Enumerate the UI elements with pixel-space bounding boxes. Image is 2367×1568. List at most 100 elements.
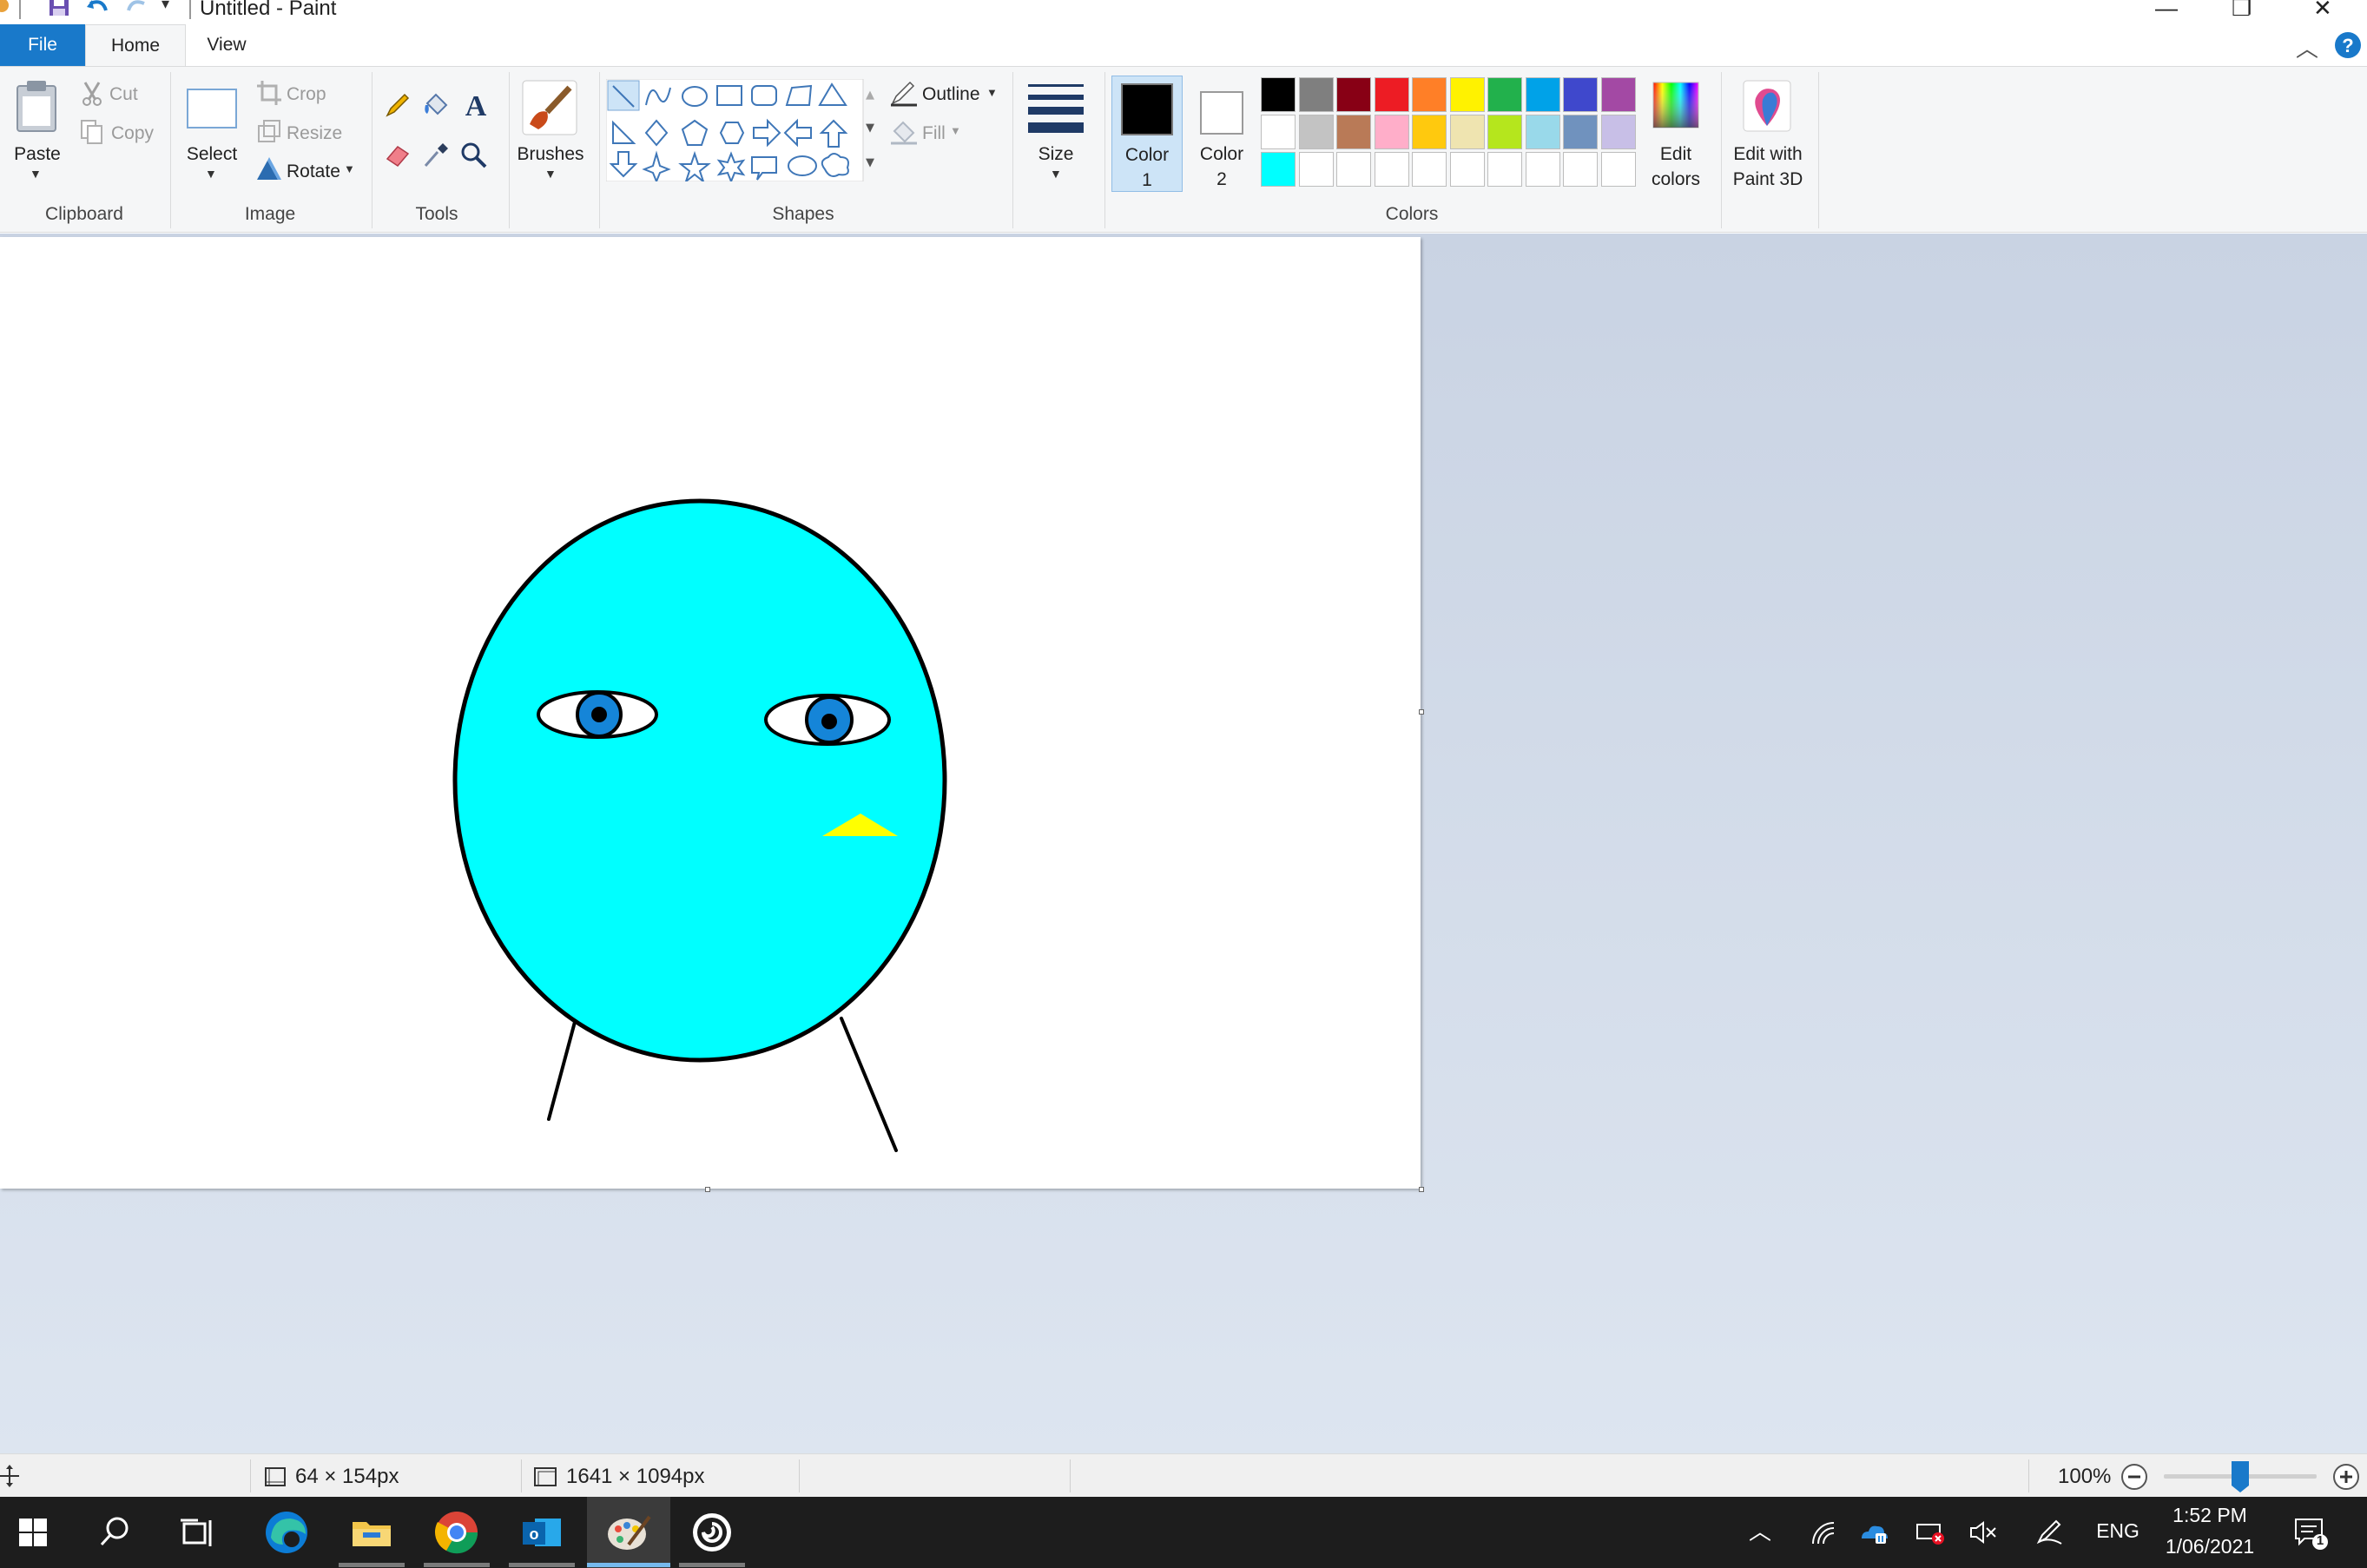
color-swatch[interactable] [1563,152,1598,187]
color-swatch[interactable] [1298,152,1334,187]
zoom-out-button[interactable] [2120,1463,2148,1491]
fill-button[interactable]: Fill [922,121,946,146]
color-swatch[interactable] [1449,115,1485,149]
help-icon[interactable]: ? [2334,31,2362,59]
pen-icon[interactable] [2035,1519,2065,1545]
network-icon[interactable] [1810,1519,1836,1545]
resize-icon[interactable] [257,119,281,143]
file-explorer-icon[interactable] [346,1506,398,1558]
rotate-icon[interactable] [255,157,283,181]
select-rectangle-icon[interactable] [186,88,238,129]
brushes-icon[interactable] [521,79,578,136]
color-swatch[interactable] [1374,115,1409,149]
tab-view[interactable]: View [193,24,260,66]
select-dropdown-chevron-icon[interactable]: ▼ [205,167,217,181]
paint3d-label[interactable]: Edit with [1724,142,1811,167]
color-swatch[interactable] [1525,115,1560,149]
paint-taskbar-icon[interactable] [603,1506,655,1558]
color2-selector[interactable]: Color 2 [1186,76,1257,192]
save-icon[interactable] [48,0,70,17]
paint3d-icon[interactable] [1742,79,1792,133]
edit-colors-label-line2[interactable]: colors [1641,167,1711,192]
color-swatch[interactable] [1412,115,1447,149]
volume-muted-icon[interactable] [1969,1519,1999,1545]
pencil-icon[interactable] [384,91,412,119]
clock-date[interactable]: 1/06/2021 [2153,1535,2266,1558]
color-swatch[interactable] [1412,77,1447,112]
paste-dropdown-chevron-icon[interactable]: ▼ [30,167,42,181]
color-swatch[interactable] [1563,115,1598,149]
color-swatch[interactable] [1261,77,1296,112]
zoom-slider-thumb[interactable] [2230,1459,2251,1494]
rotate-dropdown-chevron-icon[interactable]: ▼ [344,162,355,175]
cut-button[interactable]: Cut [109,82,138,107]
edit-colors-label[interactable]: Edit [1641,142,1711,167]
shapes-gallery[interactable]: ▲ ▼ ▼ [606,79,875,181]
canvas-resize-handle-corner[interactable] [1419,1187,1424,1192]
show-hidden-icons-chevron-icon[interactable]: ︿ [1749,1514,1771,1546]
cut-icon[interactable] [80,81,104,107]
outline-dropdown-chevron-icon[interactable]: ▼ [986,86,998,99]
size-icon[interactable] [1026,79,1087,136]
language-indicator[interactable]: ENG [2087,1519,2148,1543]
color-swatch[interactable] [1487,115,1522,149]
color-swatch[interactable] [1600,115,1636,149]
color-swatch[interactable] [1261,152,1296,187]
color-swatch[interactable] [1487,152,1522,187]
paste-button-label[interactable]: Paste [5,142,69,167]
minimize-button[interactable]: — [2155,0,2178,22]
undo-icon[interactable] [85,0,109,17]
chrome-icon[interactable] [431,1506,483,1558]
copy-button[interactable]: Copy [111,121,154,146]
select-button-label[interactable]: Select [179,142,245,167]
tab-file[interactable]: File [0,24,85,66]
color-swatch[interactable] [1563,77,1598,112]
restore-button[interactable]: ❐ [2232,0,2252,22]
color-swatch[interactable] [1374,152,1409,187]
battery-warning-icon[interactable] [1915,1519,1945,1545]
color-swatch[interactable] [1525,152,1560,187]
paint-app-icon[interactable] [0,0,10,17]
color-swatch[interactable] [1600,77,1636,112]
fill-bucket-icon[interactable] [422,91,450,119]
color-swatch[interactable] [1487,77,1522,112]
fill-dropdown-chevron-icon[interactable]: ▼ [950,124,961,137]
outlook-icon[interactable]: o [516,1506,568,1558]
color-swatch[interactable] [1298,77,1334,112]
size-button-label[interactable]: Size [1021,142,1091,167]
edit-colors-icon[interactable] [1650,79,1702,131]
brushes-button-label[interactable]: Brushes [514,142,587,167]
windows-start-icon[interactable] [7,1506,59,1558]
canvas-resize-handle-right[interactable] [1419,709,1424,715]
close-button[interactable]: ✕ [2313,0,2332,22]
color-swatch[interactable] [1374,77,1409,112]
fill-icon[interactable] [889,119,919,145]
redo-icon[interactable] [125,0,149,17]
color-swatch[interactable] [1298,115,1334,149]
onedrive-icon[interactable] [1858,1519,1889,1545]
customize-quick-access-chevron-icon[interactable]: ▾ [162,0,169,13]
drawing-canvas[interactable] [0,237,1424,1192]
copy-icon[interactable] [80,119,104,145]
zoom-in-button[interactable] [2332,1463,2360,1491]
text-icon[interactable]: A [460,89,491,121]
color-swatch[interactable] [1336,152,1371,187]
crop-icon[interactable] [257,81,281,105]
color1-selector[interactable]: Color 1 [1111,76,1183,192]
rotate-button[interactable]: Rotate [287,159,340,184]
brushes-dropdown-chevron-icon[interactable]: ▼ [544,167,557,181]
color-swatch[interactable] [1525,77,1560,112]
collapse-ribbon-chevron-icon[interactable]: ︿ [2296,31,2318,63]
magnifier-icon[interactable] [460,142,488,169]
tab-home[interactable]: Home [85,24,186,66]
color-swatch[interactable] [1449,152,1485,187]
paste-icon[interactable] [14,79,61,135]
task-view-icon[interactable] [172,1506,224,1558]
canvas-resize-handle-bottom[interactable] [705,1187,710,1192]
color-swatch[interactable] [1261,115,1296,149]
size-dropdown-chevron-icon[interactable]: ▼ [1050,167,1062,181]
color-swatch[interactable] [1600,152,1636,187]
outline-button[interactable]: Outline [922,82,980,107]
color-swatch[interactable] [1336,115,1371,149]
color-swatch[interactable] [1336,77,1371,112]
